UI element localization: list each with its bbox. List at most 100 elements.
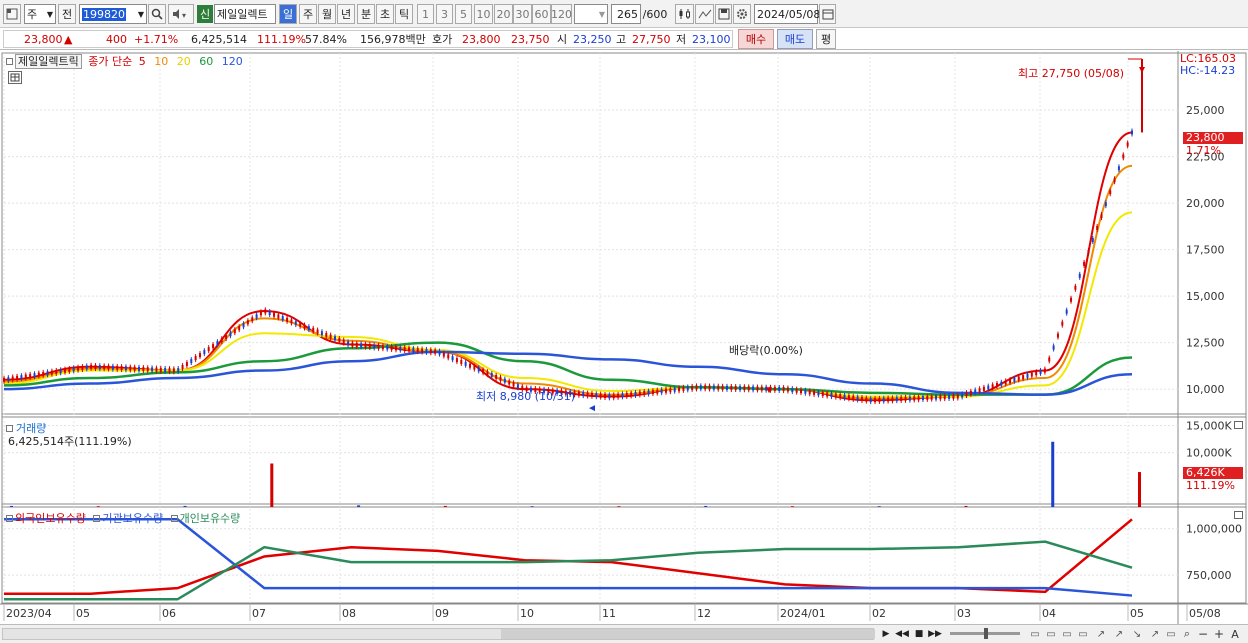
count-input[interactable]: 265 [611, 4, 641, 24]
interval-3-button[interactable]: 3 [436, 4, 453, 24]
stock-name-label[interactable]: 제일일렉트릭 [15, 54, 82, 69]
layout-icon[interactable]: ▭ [1076, 626, 1090, 642]
gear-icon[interactable] [733, 4, 751, 24]
trend-icon[interactable]: ↗ [1148, 626, 1162, 642]
candle-body [1131, 130, 1133, 135]
interval-20-button[interactable]: 20 [494, 4, 513, 24]
candle-body [1122, 154, 1125, 159]
layout-icon[interactable]: ▭ [1060, 626, 1074, 642]
candle-body [42, 371, 45, 376]
x-tick-label: 05 [76, 607, 90, 620]
interval-30-button[interactable]: 30 [513, 4, 532, 24]
chart-area[interactable]: 25,000 22,500 20,000 17,500 15,000 12,500 10,0… [0, 51, 1248, 624]
close-icon[interactable] [1234, 421, 1243, 429]
buy-button[interactable]: 매수 [738, 29, 774, 49]
candle-body [673, 387, 676, 392]
candle-body [1035, 371, 1038, 376]
search-icon[interactable]: ⌕ [1180, 626, 1194, 642]
layout-icon[interactable]: ▭ [1164, 626, 1178, 642]
close-icon[interactable] [1234, 511, 1243, 519]
trend-icon[interactable]: ↘ [1130, 626, 1144, 642]
candle-body [286, 317, 289, 322]
prev-button[interactable]: 전 [58, 4, 76, 24]
period-day-button[interactable]: 일 [279, 4, 297, 24]
stop-icon[interactable]: ■ [912, 626, 926, 642]
search-icon[interactable] [148, 4, 166, 24]
candle-body [46, 371, 49, 376]
candle-body [342, 339, 345, 344]
stock-code-input[interactable]: 199820 ▼ [79, 4, 147, 24]
individual-holdings-label[interactable]: 개인보유수량 [180, 512, 241, 525]
rewind-icon[interactable]: ◀◀ [895, 626, 909, 642]
volume-ratio: 111.19% [257, 32, 306, 46]
period-tick-button[interactable]: 틱 [395, 4, 413, 24]
volume-bar [183, 505, 187, 507]
candle-body [939, 395, 942, 400]
table-toggle-icon[interactable] [8, 71, 22, 84]
candle-type-icon[interactable] [675, 4, 694, 24]
candle-body [368, 344, 371, 349]
candle-body [72, 367, 75, 372]
candle-body [1043, 368, 1046, 373]
zoom-in-icon[interactable]: + [1212, 626, 1226, 642]
zoom-slider-handle[interactable] [984, 628, 988, 639]
speaker-icon[interactable]: ▾ [168, 4, 194, 24]
period-month-button[interactable]: 월 [318, 4, 336, 24]
calendar-icon[interactable] [819, 4, 836, 24]
interval-10-button[interactable]: 10 [474, 4, 493, 24]
candle-body [11, 376, 14, 381]
candle-body [908, 396, 911, 401]
stock-name-field[interactable]: 제일일렉트 [214, 4, 276, 24]
candle-body [512, 382, 515, 387]
amount-value: 156,978백만 [360, 33, 426, 46]
candle-body [146, 367, 149, 372]
candle-body [887, 397, 890, 402]
interval-5-button[interactable]: 5 [455, 4, 472, 24]
trend-icon[interactable]: ↗ [1094, 626, 1108, 642]
candle-body [290, 319, 293, 324]
candle-body [739, 386, 742, 391]
zoom-out-icon[interactable]: − [1196, 626, 1210, 642]
candle-body [469, 363, 472, 368]
scroll-right-icon[interactable]: ▶ [879, 626, 893, 642]
trend-icon[interactable]: ↗ [1112, 626, 1126, 642]
candle-body [1078, 273, 1081, 278]
interval-120-button[interactable]: 120 [551, 4, 572, 24]
chart-svg[interactable]: 25,00022,50020,00017,50015,00012,50010,0… [0, 51, 1248, 624]
volume-bar [704, 505, 708, 507]
date-input[interactable]: 2024/05/08 [754, 4, 820, 24]
candle-body [190, 359, 193, 364]
candle-body [316, 329, 319, 334]
line-tool-icon[interactable] [695, 4, 714, 24]
sell-button[interactable]: 매도 [777, 29, 813, 49]
interval-select[interactable]: ▼ [574, 4, 608, 24]
interval-60-button[interactable]: 60 [532, 4, 551, 24]
candle-body [869, 398, 872, 403]
font-size-icon[interactable]: A [1228, 626, 1242, 642]
candle-body [299, 322, 302, 327]
period-second-button[interactable]: 초 [376, 4, 394, 24]
avg-button[interactable]: 평 [816, 29, 836, 49]
institution-holdings-label[interactable]: 기관보유수량 [102, 512, 163, 525]
ma60-label: 60 [199, 55, 214, 68]
candle-body [1017, 376, 1020, 381]
period-week-button[interactable]: 주 [299, 4, 317, 24]
period-type-select[interactable]: 주 ▼ [24, 4, 56, 24]
interval-1-button[interactable]: 1 [417, 4, 434, 24]
layout-icon[interactable]: ▭ [1028, 626, 1042, 642]
zoom-slider[interactable] [950, 628, 1020, 639]
candle-body [882, 397, 885, 402]
foreign-holdings-label[interactable]: 외국인보유수량 [15, 512, 86, 525]
save-icon[interactable] [715, 4, 732, 24]
period-minute-button[interactable]: 분 [357, 4, 375, 24]
candle-body [164, 367, 167, 372]
scrollbar-thumb[interactable] [501, 629, 875, 639]
price-tick-label: 20,000 [1186, 197, 1225, 210]
candle-body [20, 375, 23, 380]
fast-forward-icon[interactable]: ▶▶ [928, 626, 942, 642]
layout-icon[interactable]: ▭ [1044, 626, 1058, 642]
change-value: 400 [106, 32, 127, 46]
period-year-button[interactable]: 년 [337, 4, 355, 24]
chart-scrollbar[interactable] [2, 628, 875, 640]
window-icon[interactable] [3, 4, 21, 24]
